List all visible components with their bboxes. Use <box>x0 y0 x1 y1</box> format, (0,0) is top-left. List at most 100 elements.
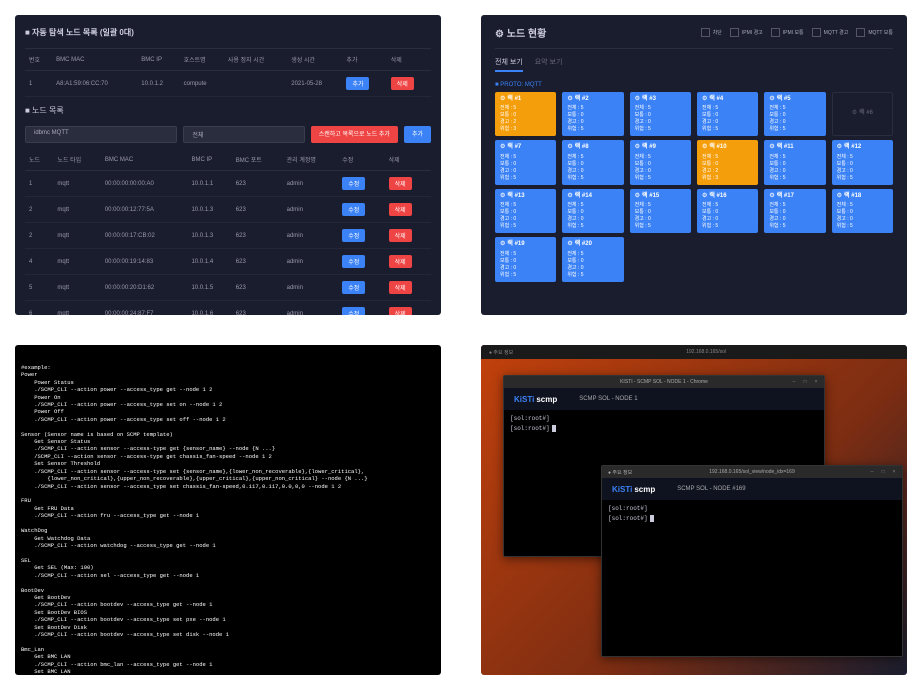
rack-card[interactable]: ⚙랙 #4전체 : 5보통 : 0경고 : 0위험 : 5 <box>697 92 758 136</box>
edit-button[interactable]: 수정 <box>342 255 365 268</box>
rack-grid: ⚙랙 #1전체 : 5보통 : 0경고 : 2위험 : 3⚙랙 #2전체 : 5… <box>495 92 893 282</box>
window-controls: – □ × <box>790 378 820 386</box>
rack-card[interactable]: ⚙랙 #14전체 : 5보통 : 0경고 : 0위험 : 5 <box>562 189 623 233</box>
tab-all[interactable]: 전체 보기 <box>495 57 523 72</box>
edit-button[interactable]: 수정 <box>342 229 365 242</box>
topbar-tab: ● 주요 정보 <box>608 469 632 476</box>
cell-acct: admin <box>283 171 339 197</box>
rack-card[interactable]: ⚙랙 #7전체 : 5보통 : 0경고 : 0위험 : 5 <box>495 140 556 184</box>
th: 번호 <box>25 49 52 71</box>
gear-icon: ⚙ <box>852 110 857 116</box>
brand-sub: scmp <box>536 395 557 404</box>
scan-button[interactable]: 스캔하고 목록으로 노드 추가 <box>311 126 398 143</box>
cell-mac: 00:00:00:00:00:A0 <box>101 171 188 197</box>
rack-card[interactable]: ⚙랙 #16전체 : 5보통 : 0경고 : 0위험 : 5 <box>697 189 758 233</box>
cli-terminal[interactable]: #example: Power Power Status ./SCMP_CLI … <box>15 345 441 675</box>
rack-card[interactable]: ⚙랙 #6 <box>832 92 893 136</box>
rack-card[interactable]: ⚙랙 #5전체 : 5보통 : 0경고 : 0위험 : 5 <box>764 92 825 136</box>
legend-box-icon <box>730 28 739 37</box>
cell-idx: 2 <box>25 223 53 249</box>
rack-stat: 전체 : 5 <box>567 251 618 258</box>
delete-button[interactable]: 삭제 <box>391 77 414 90</box>
th: BMC MAC <box>101 149 188 171</box>
rack-stat: 전체 : 5 <box>567 202 618 209</box>
cell-port: 623 <box>232 275 283 301</box>
legend-box-icon <box>856 28 865 37</box>
desktop-topbar: ● 주요 정보 192.168.0.165/sol <box>481 345 907 359</box>
cursor-icon <box>650 515 654 522</box>
filter-select[interactable]: 전체 <box>183 126 304 143</box>
cell-idx: 4 <box>25 249 53 275</box>
add-node-button[interactable]: 추가 <box>404 126 431 143</box>
sol-line: [sol:root#] <box>510 414 818 424</box>
legend-box-icon <box>812 28 821 37</box>
cell-mac: A8:A1:59:06:CC:70 <box>52 71 137 97</box>
cell-acct: admin <box>283 301 339 316</box>
rack-card[interactable]: ⚙랙 #11전체 : 5보통 : 0경고 : 0위험 : 5 <box>764 140 825 184</box>
cell-host: compute <box>180 71 224 97</box>
legend-label: MQTT 경고 <box>824 29 849 36</box>
cell-type: mqtt <box>53 301 100 316</box>
rack-stat: 위험 : 5 <box>500 272 551 279</box>
close-icon[interactable]: × <box>812 378 820 386</box>
rack-stat: 보통 : 0 <box>567 161 618 168</box>
delete-button[interactable]: 삭제 <box>389 255 412 268</box>
rack-card[interactable]: ⚙랙 #12전체 : 5보통 : 0경고 : 0위험 : 5 <box>832 140 893 184</box>
cell-type: mqtt <box>53 223 100 249</box>
rack-stat: 전체 : 5 <box>769 105 820 112</box>
legend-label: MQTT 보통 <box>868 29 893 36</box>
edit-button[interactable]: 수정 <box>342 203 365 216</box>
rack-card[interactable]: ⚙랙 #18전체 : 5보통 : 0경고 : 0위험 : 5 <box>832 189 893 233</box>
rack-stat: 보통 : 0 <box>635 161 686 168</box>
tab-summary[interactable]: 요약 보기 <box>535 57 563 72</box>
rack-title: ⚙랙 #7 <box>500 143 551 151</box>
minimize-icon[interactable]: – <box>868 468 876 476</box>
edit-button[interactable]: 수정 <box>342 307 365 315</box>
rack-stat: 위험 : 5 <box>500 175 551 182</box>
th: 삭제 <box>387 49 431 71</box>
minimize-icon[interactable]: – <box>790 378 798 386</box>
add-button[interactable]: 추가 <box>346 77 369 90</box>
rack-card[interactable]: ⚙랙 #3전체 : 5보통 : 0경고 : 0위험 : 5 <box>630 92 691 136</box>
rack-card[interactable]: ⚙랙 #10전체 : 5보통 : 0경고 : 2위험 : 3 <box>697 140 758 184</box>
maximize-icon[interactable]: □ <box>801 378 809 386</box>
delete-button[interactable]: 삭제 <box>389 177 412 190</box>
rack-title: ⚙랙 #14 <box>567 192 618 200</box>
gear-icon: ⚙ <box>567 96 572 102</box>
rack-title: ⚙랙 #18 <box>837 192 888 200</box>
rack-card[interactable]: ⚙랙 #15전체 : 5보통 : 0경고 : 0위험 : 5 <box>630 189 691 233</box>
gear-icon: ⚙ <box>837 144 842 150</box>
edit-button[interactable]: 수정 <box>342 177 365 190</box>
table-row: 5mqtt00:00:00:20:D1:6210.0.1.5623admin수정… <box>25 275 431 301</box>
window-titlebar[interactable]: KISTI - SCMP SOL - NODE 1 - Chrome – □ × <box>504 376 824 388</box>
table-row: 6mqtt00:00:00:24:87:F710.0.1.6623admin수정… <box>25 301 431 316</box>
gear-icon: ⚙ <box>702 144 707 150</box>
rack-card[interactable]: ⚙랙 #19전체 : 5보통 : 0경고 : 0위험 : 5 <box>495 237 556 281</box>
gear-icon: ⚙ <box>567 241 572 247</box>
delete-button[interactable]: 삭제 <box>389 307 412 315</box>
rack-title: ⚙랙 #16 <box>702 192 753 200</box>
close-icon[interactable]: × <box>890 468 898 476</box>
rack-card[interactable]: ⚙랙 #20전체 : 5보통 : 0경고 : 0위험 : 5 <box>562 237 623 281</box>
topbar-tab[interactable]: ● 주요 정보 <box>489 349 513 356</box>
rack-card[interactable]: ⚙랙 #17전체 : 5보통 : 0경고 : 0위험 : 5 <box>764 189 825 233</box>
rack-title: ⚙랙 #5 <box>769 95 820 103</box>
maximize-icon[interactable]: □ <box>879 468 887 476</box>
rack-card[interactable]: ⚙랙 #8전체 : 5보통 : 0경고 : 0위험 : 5 <box>562 140 623 184</box>
window-titlebar[interactable]: ● 주요 정보 192.168.0.165/sol_view/node_idx=… <box>602 466 902 478</box>
delete-button[interactable]: 삭제 <box>389 281 412 294</box>
gear-icon: ⚙ <box>769 144 774 150</box>
proto-select[interactable]: idbmc MQTT <box>25 126 177 143</box>
sol-terminal-body[interactable]: [sol:root#] [sol:root#] <box>602 500 902 657</box>
rack-card[interactable]: ⚙랙 #13전체 : 5보통 : 0경고 : 0위험 : 5 <box>495 189 556 233</box>
delete-button[interactable]: 삭제 <box>389 229 412 242</box>
rack-card[interactable]: ⚙랙 #1전체 : 5보통 : 0경고 : 2위험 : 3 <box>495 92 556 136</box>
cell-port: 623 <box>232 197 283 223</box>
rack-card[interactable]: ⚙랙 #2전체 : 5보통 : 0경고 : 0위험 : 5 <box>562 92 623 136</box>
edit-button[interactable]: 수정 <box>342 281 365 294</box>
rack-stat: 경고 : 0 <box>635 168 686 175</box>
rack-stat: 전체 : 5 <box>635 202 686 209</box>
delete-button[interactable]: 삭제 <box>389 203 412 216</box>
rack-card[interactable]: ⚙랙 #9전체 : 5보통 : 0경고 : 0위험 : 5 <box>630 140 691 184</box>
sol-window-2[interactable]: ● 주요 정보 192.168.0.165/sol_view/node_idx=… <box>601 465 903 657</box>
